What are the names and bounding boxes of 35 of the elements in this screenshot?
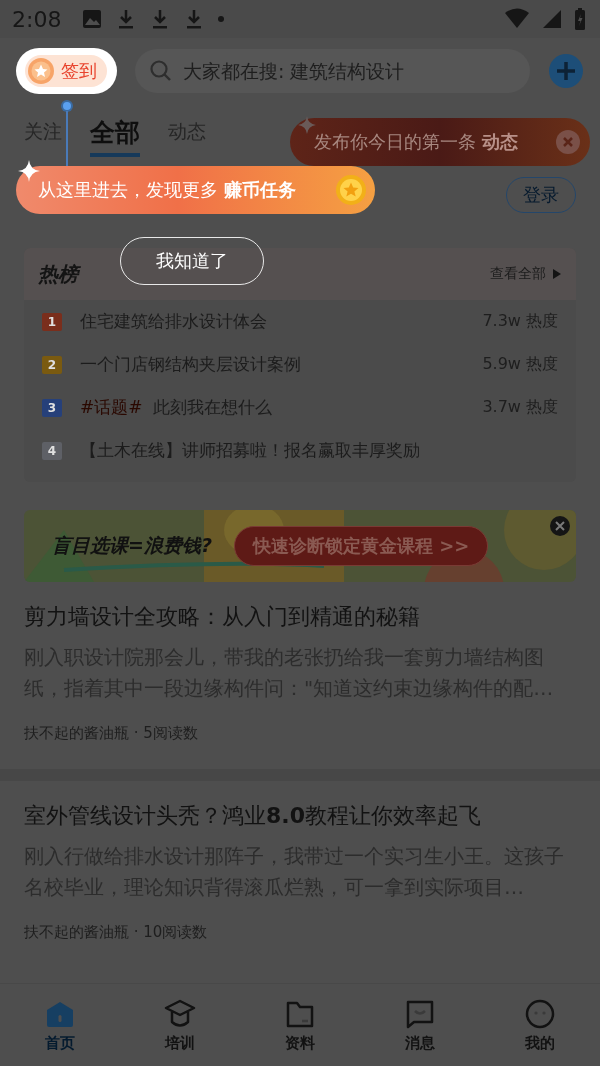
category-tab[interactable]: 全部 (90, 107, 140, 157)
graduation-cap-icon (164, 997, 196, 1030)
image-icon (81, 8, 104, 30)
sparkle-icon (298, 116, 316, 134)
nav-tab[interactable]: 培训 (140, 996, 220, 1054)
wifi-icon (504, 8, 530, 30)
nav-tab[interactable]: 首页 (20, 996, 100, 1054)
sign-in-button[interactable]: 签到 (25, 55, 107, 87)
ad-cta-button[interactable]: 快速诊断锁定黄金课程 >> (233, 526, 489, 566)
post-tip-bubble: 发布你今日的第一条 动态 (290, 118, 590, 166)
star-coin-icon (27, 57, 55, 85)
ad-banner[interactable]: 盲目选课=浪费钱? 快速诊断锁定黄金课程 >> (24, 510, 576, 582)
search-icon (149, 59, 173, 83)
nav-tab[interactable]: 资料 (260, 996, 340, 1054)
signal-icon (542, 8, 562, 30)
battery-icon (574, 7, 586, 31)
close-icon[interactable] (550, 516, 570, 536)
article-title[interactable]: 室外管线设计头秃？鸿业8.0教程让你效率起飞 (24, 799, 576, 833)
star-coin-icon (335, 174, 367, 206)
rank-badge: 3 (42, 398, 62, 417)
nav-tab[interactable]: 我的 (500, 996, 580, 1054)
rank-badge: 4 (42, 441, 62, 460)
add-icon[interactable] (548, 53, 584, 89)
nav-tab[interactable]: 消息 (380, 996, 460, 1054)
search-field[interactable]: 大家都在搜: 建筑结构设计 (135, 49, 530, 93)
dot-icon (217, 15, 226, 23)
face-icon (524, 997, 556, 1030)
ad-headline: 盲目选课=浪费钱? (52, 533, 212, 558)
sparkle-icon (18, 160, 40, 182)
rank-badge: 2 (42, 355, 62, 374)
rank-badge: 1 (42, 312, 62, 331)
topic-tag: #话题# (80, 396, 143, 419)
close-icon[interactable] (556, 130, 580, 154)
triangle-icon (552, 268, 562, 280)
article-title[interactable]: 剪力墙设计全攻略：从入门到精通的秘籍 (24, 600, 576, 634)
